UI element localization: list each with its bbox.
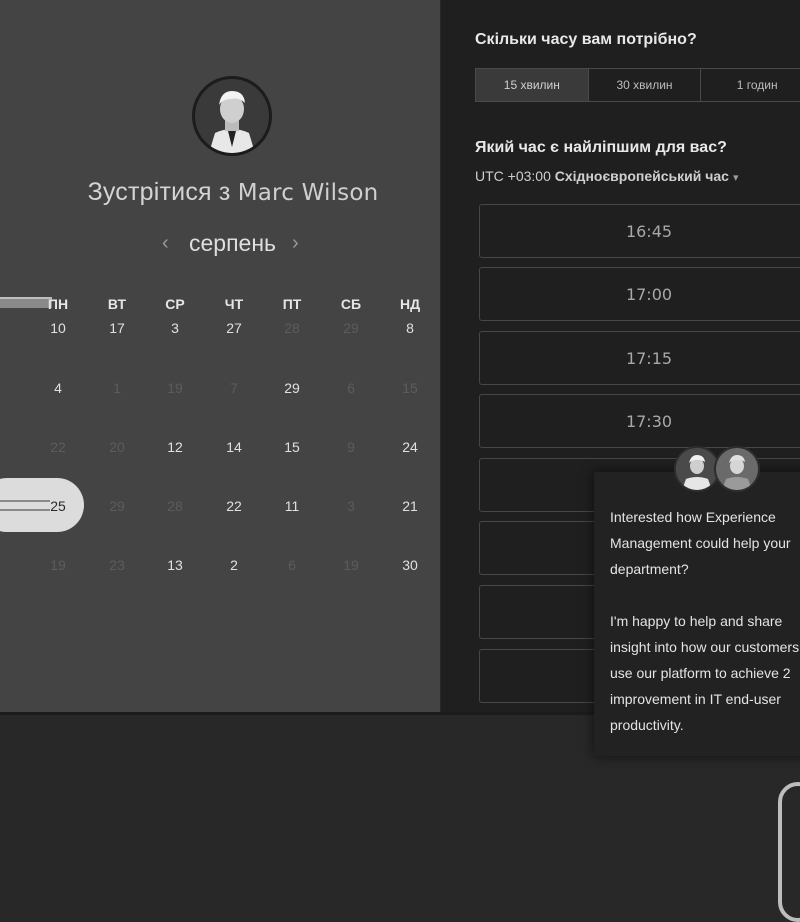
time-slot[interactable]: 17:30 — [479, 394, 800, 448]
duration-tab-60[interactable]: 1 годин — [701, 69, 800, 101]
calendar-day: 1 — [113, 380, 121, 396]
calendar-day: 19 — [50, 557, 66, 573]
time-slot[interactable]: 17:00 — [479, 267, 800, 321]
calendar-day: 28 — [167, 498, 183, 514]
calendar-day[interactable]: 2 — [214, 557, 254, 573]
calendar-day[interactable]: 13 — [155, 557, 195, 573]
weekday-label: ПТ — [282, 296, 302, 312]
calendar-day: 19 — [167, 380, 183, 396]
calendar-day: 29 — [343, 320, 359, 336]
time-slot[interactable]: 16:45 — [479, 204, 800, 258]
calendar-day: 3 — [347, 498, 355, 514]
calendar-day: 29 — [109, 498, 125, 514]
duration-tabs: 15 хвилин 30 хвилин 1 годин — [475, 68, 800, 102]
calendar-day: 7 — [230, 380, 238, 396]
calendar-day[interactable]: 21 — [390, 498, 430, 514]
meeting-title: Зустрітися з Marc Wilson — [0, 178, 440, 207]
chat-popup[interactable]: Interested how Experience Management cou… — [594, 446, 800, 756]
weekday-label: СР — [165, 296, 185, 312]
duration-question: Скільки часу вам потрібно? — [475, 31, 697, 48]
host-name: Marc Wilson — [237, 180, 379, 206]
weekday-label: ВТ — [107, 296, 127, 312]
calendar-day: 6 — [347, 380, 355, 396]
calendar-day[interactable]: 3 — [155, 320, 195, 336]
calendar-day: 23 — [109, 557, 125, 573]
caret-down-icon: ▾ — [732, 172, 739, 184]
calendar-day[interactable]: 29 — [272, 380, 312, 396]
time-question: Який час є найліпшим для вас? — [475, 139, 727, 156]
weekday-label: СБ — [340, 296, 362, 312]
host-avatar — [192, 76, 272, 156]
chat-message: Interested how Experience Management cou… — [610, 509, 800, 733]
timezone-name: Східноєвропейський час — [554, 168, 729, 184]
calendar-day: 6 — [288, 557, 296, 573]
calendar-day[interactable]: 11 — [272, 498, 312, 514]
calendar-day: 20 — [109, 439, 125, 455]
calendar-day: 22 — [50, 439, 66, 455]
timezone-offset: UTC +03:00 — [475, 168, 555, 184]
month-label: серпень — [189, 230, 277, 256]
duration-tab-15[interactable]: 15 хвилин — [476, 69, 589, 101]
agent-avatar — [714, 446, 760, 492]
calendar-day: 15 — [402, 380, 418, 396]
meeting-title-prefix: Зустрітися з — [87, 178, 238, 206]
weekday-label: ЧТ — [224, 296, 244, 312]
calendar-day-selected[interactable]: 25 — [38, 498, 78, 514]
calendar-day[interactable]: 4 — [38, 380, 78, 396]
time-slot[interactable]: 17:15 — [479, 331, 800, 385]
calendar-day: 9 — [347, 439, 355, 455]
calendar-day[interactable]: 15 — [272, 439, 312, 455]
calendar-day[interactable]: 24 — [390, 439, 430, 455]
weekday-label: ПН — [47, 296, 69, 312]
previous-month-icon[interactable]: ‹ — [162, 232, 169, 255]
calendar-day[interactable]: 14 — [214, 439, 254, 455]
calendar-day: 19 — [343, 557, 359, 573]
next-month-icon[interactable]: › — [292, 232, 299, 255]
calendar-day[interactable]: 17 — [97, 320, 137, 336]
duration-tab-30[interactable]: 30 хвилин — [589, 69, 702, 101]
calendar-day: 28 — [284, 320, 300, 336]
calendar-day[interactable]: 8 — [390, 320, 430, 336]
calendar-day[interactable]: 27 — [214, 320, 254, 336]
timezone-selector[interactable]: UTC +03:00 Східноєвропейський час ▾ — [475, 168, 738, 184]
calendar-day[interactable]: 22 — [214, 498, 254, 514]
chat-launcher-button[interactable] — [778, 782, 800, 922]
calendar-day[interactable]: 12 — [155, 439, 195, 455]
weekday-label: НД — [399, 296, 421, 312]
calendar-day[interactable]: 10 — [38, 320, 78, 336]
calendar-panel: Зустрітися з Marc Wilson ‹ серпень › ПН В… — [0, 0, 440, 712]
calendar-day[interactable]: 30 — [390, 557, 430, 573]
